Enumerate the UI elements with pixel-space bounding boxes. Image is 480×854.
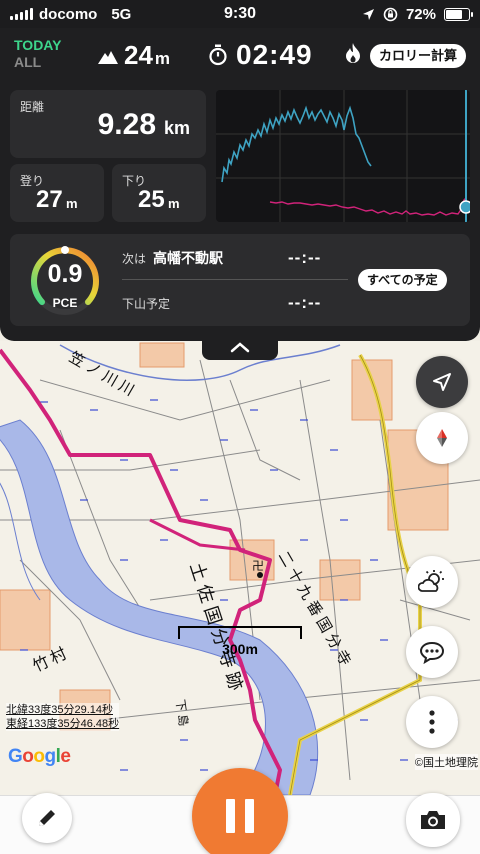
more-button[interactable] bbox=[406, 696, 458, 748]
speed-line bbox=[269, 197, 467, 216]
elevation-value: 24 bbox=[124, 40, 153, 70]
location-arrow-icon bbox=[433, 373, 451, 391]
plan-divider bbox=[122, 279, 348, 280]
elevation-line bbox=[221, 105, 372, 183]
scale-label: 300m bbox=[222, 641, 258, 657]
location-services-icon bbox=[362, 8, 374, 20]
camera-icon bbox=[421, 811, 445, 829]
distance-unit: km bbox=[163, 118, 190, 138]
chevron-up-icon bbox=[230, 342, 250, 353]
pause-button[interactable] bbox=[192, 768, 288, 854]
chat-icon bbox=[419, 641, 445, 664]
more-icon bbox=[429, 710, 435, 734]
all-option[interactable]: ALL bbox=[14, 54, 61, 71]
flame-icon bbox=[346, 43, 360, 63]
next-prefix: 次は bbox=[122, 252, 147, 266]
timer-value: 02:49 bbox=[236, 39, 313, 70]
edit-button[interactable] bbox=[22, 793, 72, 843]
camera-button[interactable] bbox=[406, 793, 460, 847]
compass-icon bbox=[437, 429, 447, 447]
signal-icon bbox=[10, 8, 33, 20]
distance-label: 距離 bbox=[20, 100, 45, 114]
descent-unit: m bbox=[168, 196, 180, 211]
svg-text:卍: 卍 bbox=[252, 559, 264, 573]
next-checkpoint-time: --:-- bbox=[288, 248, 322, 267]
distance-card: 距離 9.28 km bbox=[10, 90, 206, 158]
locate-button[interactable] bbox=[416, 356, 468, 408]
activity-dashboard: TODAY ALL 24 m 02:49 カロリー計算 距離 9.28 km 登… bbox=[0, 28, 480, 341]
rotation-lock-icon bbox=[383, 7, 398, 21]
status-bar: docomo 5G 9:30 72% bbox=[0, 0, 480, 28]
pce-value: 0.9 bbox=[47, 260, 83, 288]
ascent-card: 登り 27 m bbox=[10, 164, 104, 222]
ascent-value: 27 bbox=[36, 186, 63, 213]
map-attribution[interactable]: ©国土地理院 bbox=[414, 754, 478, 770]
calorie-calc-button[interactable]: カロリー計算 bbox=[370, 44, 467, 68]
graph-grid bbox=[216, 90, 470, 222]
all-plans-button[interactable]: すべての予定 bbox=[358, 269, 447, 291]
carrier-name: docomo bbox=[39, 5, 98, 23]
weather-button[interactable] bbox=[406, 556, 458, 608]
weather-icon bbox=[418, 570, 444, 592]
pce-label: PCE bbox=[52, 296, 78, 310]
compass-button[interactable] bbox=[416, 412, 468, 464]
network-type: 5G bbox=[111, 5, 132, 23]
descent-card: 下り 25 m bbox=[112, 164, 206, 222]
battery-percent: 72% bbox=[405, 5, 436, 23]
elevation-readout: 24 m bbox=[98, 40, 170, 71]
battery-icon bbox=[444, 7, 473, 21]
latitude-text: 北緯33度35分29.14秒 bbox=[6, 704, 113, 716]
ascent-unit: m bbox=[66, 196, 78, 211]
graph-cursor-dot bbox=[459, 200, 470, 214]
mountain-icon bbox=[98, 51, 118, 64]
descent-plan-time: --:-- bbox=[288, 293, 322, 312]
google-logo: Google bbox=[8, 746, 71, 767]
pencil-icon bbox=[39, 810, 55, 826]
today-option[interactable]: TODAY bbox=[14, 37, 61, 54]
stopwatch-icon bbox=[209, 44, 227, 66]
next-checkpoint-name: 高幡不動駅 bbox=[153, 250, 223, 266]
plan-card: 0.9 PCE 次は 高幡不動駅 --:-- 下山予定 --:-- すべての予定 bbox=[10, 234, 470, 326]
elevation-unit: m bbox=[154, 49, 171, 68]
longitude-text: 東経133度35分46.48秒 bbox=[6, 718, 120, 730]
elapsed-timer: 02:49 bbox=[208, 39, 313, 71]
distance-value: 9.28 bbox=[97, 108, 156, 141]
collapse-dashboard-handle[interactable] bbox=[202, 338, 278, 360]
chat-button[interactable] bbox=[406, 626, 458, 678]
coordinates-readout: 北緯33度35分29.14秒 東経133度35分46.48秒 bbox=[6, 703, 120, 731]
descent-plan-label: 下山予定 bbox=[122, 297, 171, 311]
period-toggle[interactable]: TODAY ALL bbox=[14, 37, 61, 71]
descent-value: 25 bbox=[138, 186, 165, 213]
elevation-speed-graph[interactable] bbox=[216, 90, 470, 222]
